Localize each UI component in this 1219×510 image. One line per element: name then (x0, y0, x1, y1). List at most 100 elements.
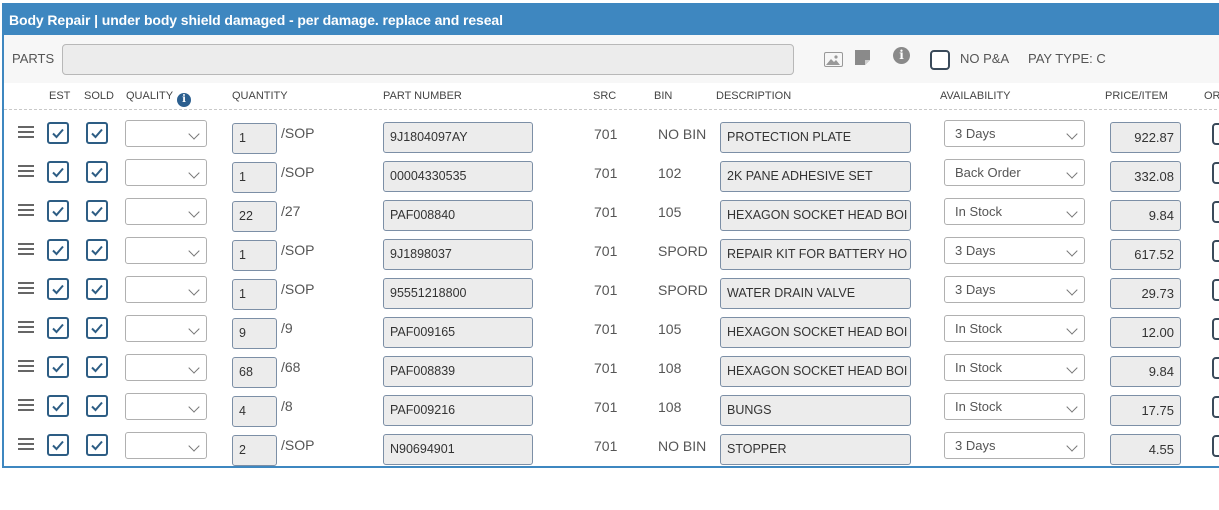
sold-checkbox[interactable] (86, 161, 108, 183)
part-number-input[interactable]: 9J1898037 (383, 239, 533, 270)
description-input[interactable]: 2K PANE ADHESIVE SET (720, 161, 911, 192)
drag-handle-icon[interactable] (18, 243, 34, 255)
availability-select[interactable]: Back Order (944, 159, 1085, 186)
description-input[interactable]: BUNGS (720, 395, 911, 426)
price-input[interactable]: 9.84 (1110, 200, 1181, 231)
quality-select[interactable] (125, 120, 207, 147)
part-number-input[interactable]: N90694901 (383, 434, 533, 465)
quantity-input[interactable]: 22 (232, 201, 277, 232)
order-checkbox[interactable] (1212, 318, 1219, 340)
sold-checkbox[interactable] (86, 395, 108, 417)
part-number-input[interactable]: PAF009165 (383, 317, 533, 348)
est-checkbox[interactable] (47, 239, 69, 261)
col-price-item[interactable]: PRICE/ITEM (1105, 90, 1168, 102)
quality-select[interactable] (125, 198, 207, 225)
part-number-input[interactable]: PAF008840 (383, 200, 533, 231)
quantity-input[interactable]: 68 (232, 357, 277, 388)
drag-handle-icon[interactable] (18, 399, 34, 411)
col-sold[interactable]: SOLD (84, 90, 114, 102)
quality-select[interactable] (125, 159, 207, 186)
parts-input[interactable] (62, 44, 794, 75)
description-input[interactable]: PROTECTION PLATE (720, 122, 911, 153)
order-checkbox[interactable] (1212, 240, 1219, 262)
order-checkbox[interactable] (1212, 435, 1219, 457)
availability-select[interactable]: In Stock (944, 198, 1085, 225)
part-number-input[interactable]: 95551218800 (383, 278, 533, 309)
order-checkbox[interactable] (1212, 201, 1219, 223)
description-input[interactable]: WATER DRAIN VALVE (720, 278, 911, 309)
est-checkbox[interactable] (47, 200, 69, 222)
description-input[interactable]: HEXAGON SOCKET HEAD BOI (720, 200, 911, 231)
part-number-input[interactable]: PAF008839 (383, 356, 533, 387)
description-input[interactable]: REPAIR KIT FOR BATTERY HO (720, 239, 911, 270)
quantity-input[interactable]: 1 (232, 240, 277, 271)
price-input[interactable]: 9.84 (1110, 356, 1181, 387)
price-input[interactable]: 617.52 (1110, 239, 1181, 270)
quality-select[interactable] (125, 315, 207, 342)
drag-handle-icon[interactable] (18, 438, 34, 450)
col-est[interactable]: EST (49, 90, 70, 102)
col-part-number[interactable]: PART NUMBER (383, 90, 462, 102)
col-availability[interactable]: AVAILABILITY (940, 90, 1011, 102)
availability-select[interactable]: In Stock (944, 393, 1085, 420)
availability-select[interactable]: 3 Days (944, 237, 1085, 264)
col-quality[interactable]: QUALITY i (126, 90, 192, 107)
quality-select[interactable] (125, 354, 207, 381)
part-number-input[interactable]: 00004330535 (383, 161, 533, 192)
photo-icon[interactable] (824, 52, 843, 67)
est-checkbox[interactable] (47, 161, 69, 183)
price-input[interactable]: 29.73 (1110, 278, 1181, 309)
col-description[interactable]: DESCRIPTION (716, 90, 791, 102)
note-icon[interactable] (854, 49, 871, 66)
order-checkbox[interactable] (1212, 357, 1219, 379)
price-input[interactable]: 922.87 (1110, 122, 1181, 153)
quality-select[interactable] (125, 432, 207, 459)
est-checkbox[interactable] (47, 317, 69, 339)
sold-checkbox[interactable] (86, 200, 108, 222)
drag-handle-icon[interactable] (18, 126, 34, 138)
quantity-input[interactable]: 4 (232, 396, 277, 427)
price-input[interactable]: 12.00 (1110, 317, 1181, 348)
price-input[interactable]: 332.08 (1110, 161, 1181, 192)
order-checkbox[interactable] (1212, 396, 1219, 418)
availability-select[interactable]: 3 Days (944, 120, 1085, 147)
drag-handle-icon[interactable] (18, 282, 34, 294)
drag-handle-icon[interactable] (18, 360, 34, 372)
quantity-input[interactable]: 1 (232, 123, 277, 154)
sold-checkbox[interactable] (86, 239, 108, 261)
quality-info-icon[interactable]: i (177, 93, 192, 107)
quality-select[interactable] (125, 276, 207, 303)
est-checkbox[interactable] (47, 278, 69, 300)
price-input[interactable]: 4.55 (1110, 434, 1181, 465)
order-checkbox[interactable] (1212, 123, 1219, 145)
description-input[interactable]: HEXAGON SOCKET HEAD BOI (720, 317, 911, 348)
quantity-input[interactable]: 1 (232, 279, 277, 310)
no-pa-checkbox[interactable] (930, 50, 950, 70)
availability-select[interactable]: 3 Days (944, 276, 1085, 303)
availability-select[interactable]: In Stock (944, 354, 1085, 381)
availability-select[interactable]: 3 Days (944, 432, 1085, 459)
quality-select[interactable] (125, 393, 207, 420)
est-checkbox[interactable] (47, 356, 69, 378)
sold-checkbox[interactable] (86, 122, 108, 144)
drag-handle-icon[interactable] (18, 165, 34, 177)
sold-checkbox[interactable] (86, 278, 108, 300)
info-icon[interactable]: i (893, 47, 910, 64)
est-checkbox[interactable] (47, 122, 69, 144)
col-quantity[interactable]: QUANTITY (232, 90, 288, 102)
part-number-input[interactable]: 9J1804097AY (383, 122, 533, 153)
quantity-input[interactable]: 1 (232, 162, 277, 193)
col-src[interactable]: SRC (593, 90, 616, 102)
sold-checkbox[interactable] (86, 317, 108, 339)
availability-select[interactable]: In Stock (944, 315, 1085, 342)
quantity-input[interactable]: 9 (232, 318, 277, 349)
price-input[interactable]: 17.75 (1110, 395, 1181, 426)
order-checkbox[interactable] (1212, 279, 1219, 301)
col-order[interactable]: OR (1204, 90, 1219, 102)
est-checkbox[interactable] (47, 395, 69, 417)
drag-handle-icon[interactable] (18, 321, 34, 333)
part-number-input[interactable]: PAF009216 (383, 395, 533, 426)
description-input[interactable]: STOPPER (720, 434, 911, 465)
drag-handle-icon[interactable] (18, 204, 34, 216)
order-checkbox[interactable] (1212, 162, 1219, 184)
